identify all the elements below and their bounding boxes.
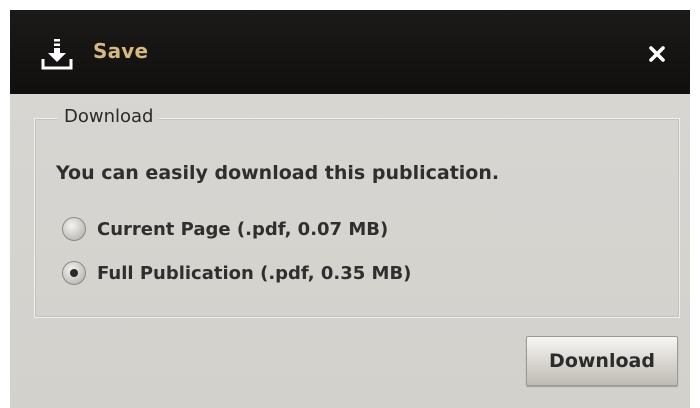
download-legend: Download [58,106,160,127]
download-button[interactable]: Download [526,336,678,386]
radio-selected-dot [70,269,78,277]
dialog-titlebar: Save [10,10,690,94]
option-current-page-label[interactable]: Current Page (.pdf, 0.07 MB) [97,219,388,240]
radio-full-publication[interactable] [62,261,86,285]
dialog-title: Save [93,39,149,63]
option-full-publication-label[interactable]: Full Publication (.pdf, 0.35 MB) [97,263,411,284]
radio-current-page[interactable] [62,217,86,241]
option-current-page[interactable]: Current Page (.pdf, 0.07 MB) [62,216,388,242]
intro-text: You can easily download this publication… [56,162,500,184]
close-icon[interactable] [640,37,674,71]
download-icon [41,39,73,70]
save-dialog: Save Download You can easily download th… [10,10,690,408]
option-full-publication[interactable]: Full Publication (.pdf, 0.35 MB) [62,260,411,286]
